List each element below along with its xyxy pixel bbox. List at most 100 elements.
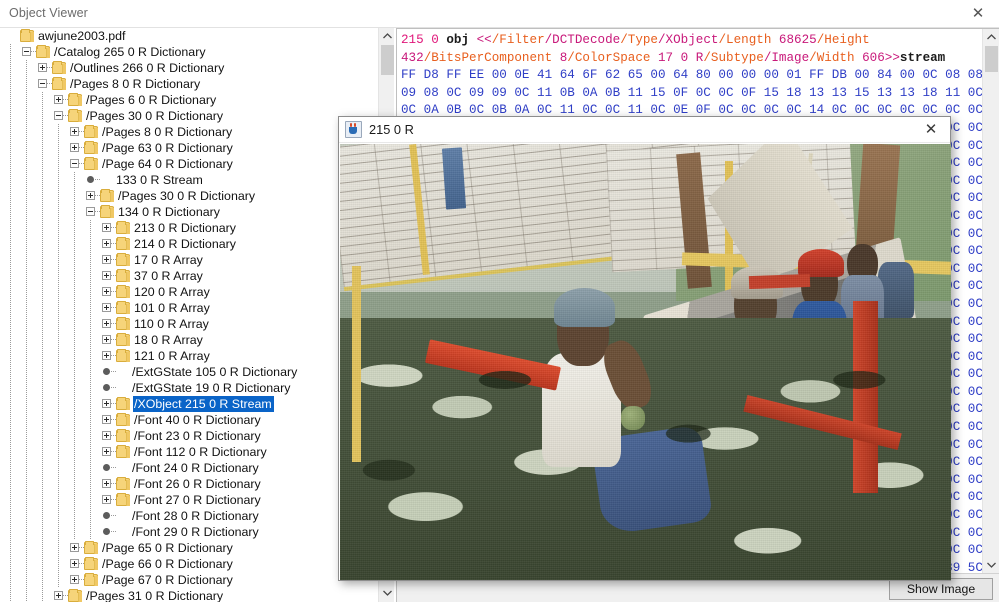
expand-icon[interactable]: [102, 239, 111, 248]
tree-item[interactable]: /Outlines 266 0 R Dictionary: [0, 60, 378, 76]
tree-item[interactable]: awjune2003.pdf: [0, 28, 378, 44]
expand-icon[interactable]: [70, 559, 79, 568]
expand-icon[interactable]: [70, 543, 79, 552]
tree-item[interactable]: /ExtGState 19 0 R Dictionary: [0, 380, 378, 396]
tree-item[interactable]: /Font 40 0 R Dictionary: [0, 412, 378, 428]
tree-item[interactable]: /ExtGState 105 0 R Dictionary: [0, 364, 378, 380]
expand-icon[interactable]: [102, 335, 111, 344]
show-image-button[interactable]: Show Image: [889, 578, 993, 600]
tree-guide-line: [58, 204, 59, 220]
expand-icon[interactable]: [102, 431, 111, 440]
expand-icon[interactable]: [54, 95, 63, 104]
tree-item[interactable]: /Font 27 0 R Dictionary: [0, 492, 378, 508]
tree-guide-line: [26, 140, 27, 156]
tree-item[interactable]: /Font 26 0 R Dictionary: [0, 476, 378, 492]
tree-item[interactable]: 133 0 R Stream: [0, 172, 378, 188]
expand-icon[interactable]: [102, 479, 111, 488]
tree-scroll-down-icon[interactable]: [379, 585, 395, 602]
tree-item[interactable]: /Font 24 0 R Dictionary: [0, 460, 378, 476]
expand-icon[interactable]: [102, 495, 111, 504]
code-vertical-scrollbar[interactable]: [982, 29, 999, 574]
collapse-icon[interactable]: [38, 79, 47, 88]
tree-item[interactable]: 121 0 R Array: [0, 348, 378, 364]
expand-icon[interactable]: [38, 63, 47, 72]
tree-guide-line: [74, 220, 75, 236]
object-tree-pane: awjune2003.pdf/Catalog 265 0 R Dictionar…: [0, 28, 395, 602]
tree-item[interactable]: 17 0 R Array: [0, 252, 378, 268]
tree-item[interactable]: /Catalog 265 0 R Dictionary: [0, 44, 378, 60]
dialog-close-button[interactable]: ✕: [921, 120, 941, 140]
expand-icon[interactable]: [70, 575, 79, 584]
tree-item[interactable]: /Pages 8 0 R Dictionary: [0, 124, 378, 140]
tree-item[interactable]: 110 0 R Array: [0, 316, 378, 332]
tree-item[interactable]: /Font 23 0 R Dictionary: [0, 428, 378, 444]
tree-guide-line: [42, 444, 43, 460]
expand-icon[interactable]: [102, 255, 111, 264]
stream-token: 215 0: [401, 33, 446, 47]
tree-guide-line: [58, 428, 59, 444]
tree-item[interactable]: /Page 66 0 R Dictionary: [0, 556, 378, 572]
tree-item[interactable]: /Page 65 0 R Dictionary: [0, 540, 378, 556]
tree-guide-line: [42, 460, 43, 476]
tree-guide-line: [74, 492, 75, 508]
expand-icon[interactable]: [102, 223, 111, 232]
tree-item[interactable]: /Pages 6 0 R Dictionary: [0, 92, 378, 108]
tree-item-label: /Page 67 0 R Dictionary: [101, 572, 235, 588]
tree-item[interactable]: /Font 29 0 R Dictionary: [0, 524, 378, 540]
tree-scroll-thumb[interactable]: [381, 45, 394, 75]
expand-icon[interactable]: [102, 415, 111, 424]
code-scroll-up-icon[interactable]: [983, 29, 999, 46]
tree-item[interactable]: /Pages 31 0 R Dictionary: [0, 588, 378, 602]
expand-icon[interactable]: [102, 351, 111, 360]
tree-item[interactable]: 120 0 R Array: [0, 284, 378, 300]
tree-guide-line: [10, 268, 11, 284]
collapse-icon[interactable]: [22, 47, 31, 56]
tree-guide-line: [26, 332, 27, 348]
tree-item[interactable]: /Pages 8 0 R Dictionary: [0, 76, 378, 92]
tree-item[interactable]: 214 0 R Dictionary: [0, 236, 378, 252]
folder-icon: [68, 94, 82, 106]
collapse-icon[interactable]: [54, 111, 63, 120]
tree-item-selected[interactable]: /XObject 215 0 R Stream: [0, 396, 378, 412]
code-scroll-thumb[interactable]: [985, 46, 998, 72]
expand-icon[interactable]: [102, 319, 111, 328]
tree-item[interactable]: 213 0 R Dictionary: [0, 220, 378, 236]
tree-item[interactable]: 37 0 R Array: [0, 268, 378, 284]
expand-icon[interactable]: [102, 271, 111, 280]
tree-item[interactable]: /Font 28 0 R Dictionary: [0, 508, 378, 524]
tree-guide-line: [26, 396, 27, 412]
tree-item[interactable]: 134 0 R Dictionary: [0, 204, 378, 220]
tree-scroll-up-icon[interactable]: [379, 28, 395, 45]
tree-item[interactable]: /Page 67 0 R Dictionary: [0, 572, 378, 588]
tree-guide-line: [26, 236, 27, 252]
tree-guide-line: [42, 524, 43, 540]
tree-item[interactable]: /Page 64 0 R Dictionary: [0, 156, 378, 172]
tree-item[interactable]: /Page 63 0 R Dictionary: [0, 140, 378, 156]
expand-icon[interactable]: [102, 303, 111, 312]
expand-icon[interactable]: [70, 143, 79, 152]
tree-guide-line: [10, 108, 11, 124]
tree-item[interactable]: 101 0 R Array: [0, 300, 378, 316]
object-tree[interactable]: awjune2003.pdf/Catalog 265 0 R Dictionar…: [0, 28, 378, 602]
collapse-icon[interactable]: [70, 159, 79, 168]
tree-guide-line: [42, 508, 43, 524]
expand-icon[interactable]: [102, 447, 111, 456]
tree-item[interactable]: /Pages 30 0 R Dictionary: [0, 108, 378, 124]
expand-icon[interactable]: [102, 287, 111, 296]
expand-icon[interactable]: [102, 399, 111, 408]
expand-icon[interactable]: [86, 191, 95, 200]
tree-item[interactable]: /Font 112 0 R Dictionary: [0, 444, 378, 460]
tree-guide-line: [42, 284, 43, 300]
collapse-icon[interactable]: [86, 207, 95, 216]
tree-guide-line: [58, 572, 59, 588]
code-scroll-down-icon[interactable]: [983, 557, 999, 574]
tree-guide-line: [26, 156, 27, 172]
expand-icon[interactable]: [70, 127, 79, 136]
tree-item[interactable]: 18 0 R Array: [0, 332, 378, 348]
stream-token: 432: [401, 51, 424, 65]
window-close-button[interactable]: ✕: [967, 4, 989, 24]
tree-item-label: awjune2003.pdf: [37, 28, 128, 44]
expand-icon[interactable]: [54, 591, 63, 600]
tree-item[interactable]: /Pages 30 0 R Dictionary: [0, 188, 378, 204]
folder-icon: [116, 270, 130, 282]
